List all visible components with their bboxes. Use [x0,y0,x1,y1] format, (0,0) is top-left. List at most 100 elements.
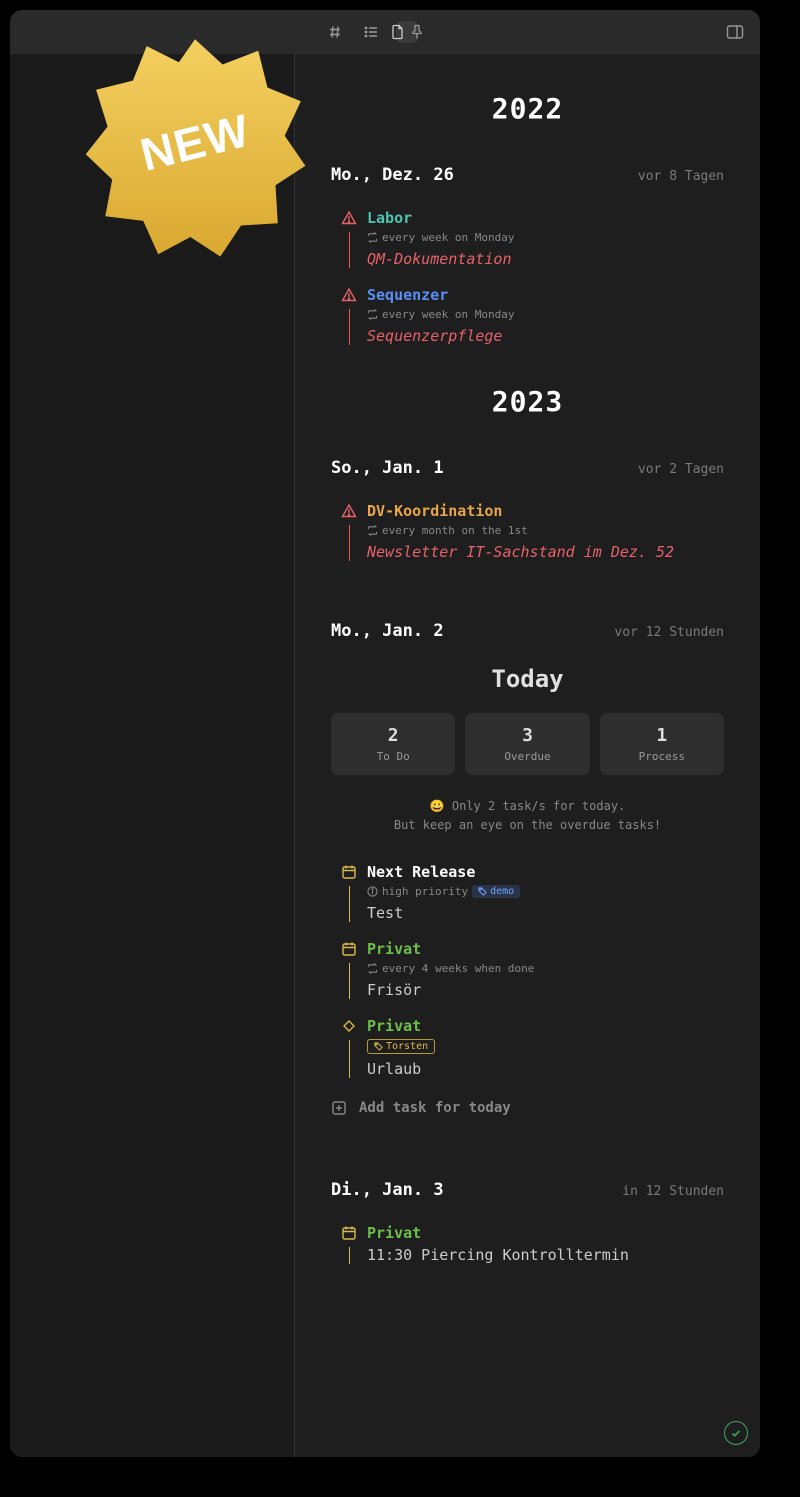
day-block-today: Mo., Jan. 2 vor 12 Stunden Today 2 To Do… [331,621,724,1120]
day-relative: vor 2 Tagen [638,462,724,477]
task-meta: every week on Monday [367,308,724,321]
status-ok-icon[interactable] [724,1421,748,1445]
task-desc: Sequenzerpflege [367,327,724,345]
task-desc: Urlaub [367,1060,724,1078]
tag-demo[interactable]: demo [472,885,520,898]
day-date: Mo., Dez. 26 [331,165,454,185]
plus-icon [331,1100,347,1116]
repeat-icon [367,963,378,974]
document-mode-group[interactable] [396,21,418,43]
task-indicator [331,1224,367,1264]
calendar-icon [341,1225,357,1241]
task-title: Privat [367,1017,724,1035]
task-title: Labor [367,209,724,227]
task-desc: Newsletter IT-Sachstand im Dez. 52 [367,543,724,561]
task-title: Next Release [367,863,724,881]
stat-todo[interactable]: 2 To Do [331,713,455,775]
repeat-text: every week on Monday [382,231,514,244]
task-meta: high priority demo [367,885,724,898]
task-meta: Torsten [367,1039,724,1054]
task-indicator [331,940,367,999]
stat-num: 1 [612,725,712,746]
task-meta: every 4 weeks when done [367,962,724,975]
content: 2022 Mo., Dez. 26 vor 8 Tagen Labor [10,54,760,1457]
pin-icon[interactable] [411,24,423,40]
calendar-icon [341,941,357,957]
task-body: Next Release high priority demo Test [367,863,724,922]
day-header: Mo., Dez. 26 vor 8 Tagen [331,165,724,185]
task-item[interactable]: Privat every 4 weeks when done Frisör [331,940,724,999]
task-indicator [331,863,367,922]
stat-row: 2 To Do 3 Overdue 1 Process [331,713,724,775]
task-body: Privat 11:30 Piercing Kontrolltermin [367,1224,724,1264]
task-line [349,1247,350,1264]
task-body: Privat every 4 weeks when done Frisör [367,940,724,999]
task-indicator [331,286,367,345]
task-indicator [331,502,367,561]
day-block: So., Jan. 1 vor 2 Tagen DV-Koordination [331,458,724,561]
task-item[interactable]: Sequenzer every week on Monday Sequenzer… [331,286,724,345]
task-line [349,963,350,999]
year-2022: 2022 [331,92,724,125]
task-item[interactable]: Next Release high priority demo Test [331,863,724,922]
motivation-text: 😀 Only 2 task/s for today. But keep an e… [331,797,724,835]
today-header: Today [331,665,724,693]
task-title: Privat [367,1224,724,1242]
repeat-text: every week on Monday [382,308,514,321]
task-body: DV-Koordination every month on the 1st N… [367,502,724,561]
warning-icon [341,210,357,226]
task-desc: Test [367,904,724,922]
day-relative: vor 12 Stunden [614,625,724,640]
task-title: Privat [367,940,724,958]
stat-process[interactable]: 1 Process [600,713,724,775]
list-icon[interactable] [360,21,382,43]
new-badge: NEW [80,30,310,260]
hash-icon[interactable] [324,21,346,43]
add-task-label: Add task for today [359,1100,511,1116]
stat-label: To Do [343,750,443,763]
tag-text: Torsten [386,1041,428,1052]
task-line [349,232,350,268]
task-body: Privat Torsten Urlaub [367,1017,724,1078]
stat-num: 3 [477,725,577,746]
day-date: Mo., Jan. 2 [331,621,444,641]
task-line [349,886,350,922]
task-item[interactable]: DV-Koordination every month on the 1st N… [331,502,724,561]
stat-label: Overdue [477,750,577,763]
toolbar-center [324,21,418,43]
motivation-line1: 😀 Only 2 task/s for today. [331,797,724,816]
task-meta: every week on Monday [367,231,724,244]
milestone-icon [341,1018,357,1034]
task-item[interactable]: Privat Torsten Urlaub [331,1017,724,1078]
document-icon[interactable] [391,24,405,40]
stat-label: Process [612,750,712,763]
day-header: Di., Jan. 3 in 12 Stunden [331,1180,724,1200]
main-panel[interactable]: 2022 Mo., Dez. 26 vor 8 Tagen Labor [295,54,760,1457]
task-desc: Frisör [367,981,724,999]
tag-torsten[interactable]: Torsten [367,1039,435,1054]
repeat-icon [367,309,378,320]
stat-num: 2 [343,725,443,746]
task-item[interactable]: Labor every week on Monday QM-Dokumentat… [331,209,724,268]
task-line [349,1040,350,1078]
add-task-button[interactable]: Add task for today [331,1096,724,1120]
repeat-text: every month on the 1st [382,524,528,537]
repeat-text: every 4 weeks when done [382,962,534,975]
motivation-line2: But keep an eye on the overdue tasks! [331,816,724,835]
task-line [349,525,350,561]
toolbar-right [724,21,746,43]
task-body: Sequenzer every week on Monday Sequenzer… [367,286,724,345]
day-header: So., Jan. 1 vor 2 Tagen [331,458,724,478]
day-block: Mo., Dez. 26 vor 8 Tagen Labor [331,165,724,345]
panel-toggle-icon[interactable] [724,21,746,43]
stat-overdue[interactable]: 3 Overdue [465,713,589,775]
warning-icon [341,503,357,519]
priority-text: high priority [382,885,468,898]
day-relative: in 12 Stunden [622,1184,724,1199]
task-indicator [331,1017,367,1078]
day-header: Mo., Jan. 2 vor 12 Stunden [331,621,724,641]
task-indicator [331,209,367,268]
info-icon [367,886,378,897]
task-item[interactable]: Privat 11:30 Piercing Kontrolltermin [331,1224,724,1264]
task-line [349,309,350,345]
